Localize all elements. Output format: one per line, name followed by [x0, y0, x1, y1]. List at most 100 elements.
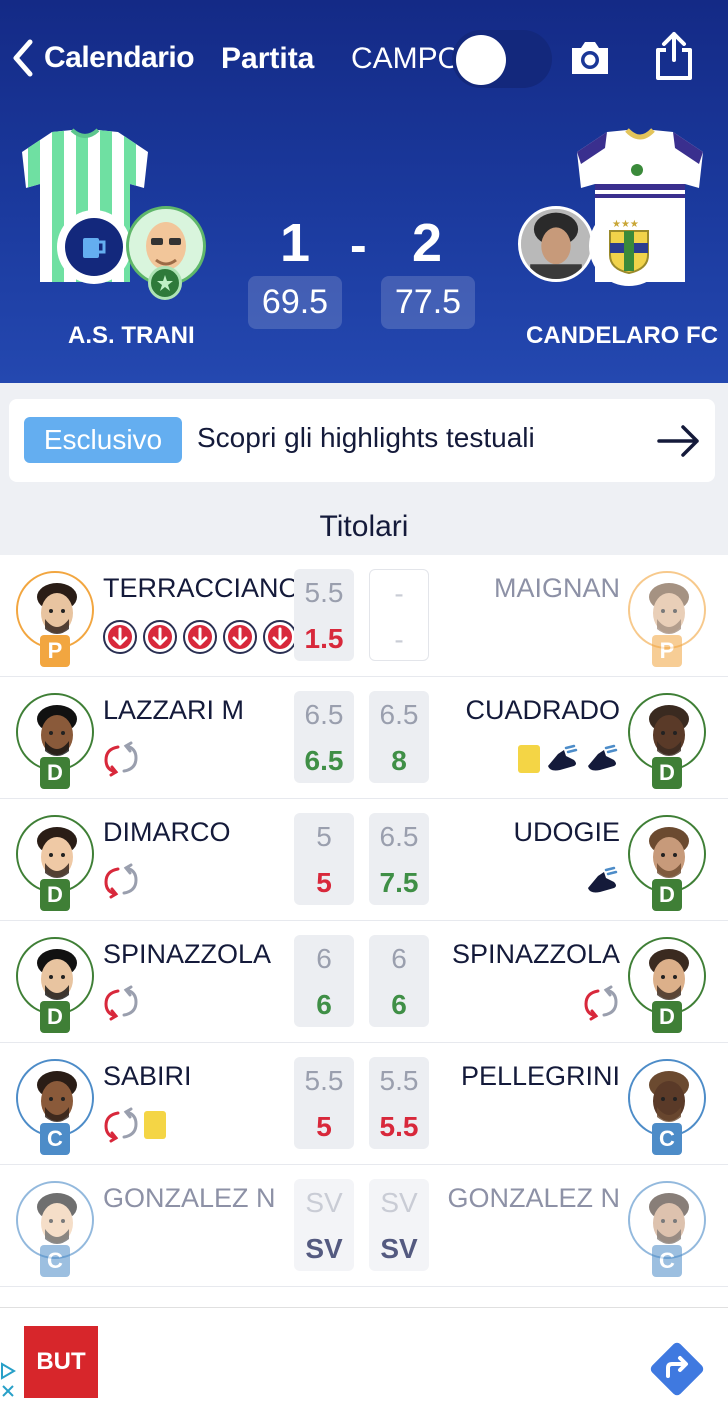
banner-text: Scopri gli highlights testuali	[197, 422, 535, 453]
field-toggle[interactable]	[452, 30, 552, 88]
fantavote-value: 5	[316, 867, 332, 898]
role-badge: D	[652, 1001, 682, 1033]
player-row[interactable]: C GONZALEZ N SV SV C GONZALEZ N SV SV	[0, 1165, 728, 1287]
player-name[interactable]: SABIRI	[103, 1061, 192, 1092]
vote-value: SV	[305, 1187, 343, 1218]
chevron-left-icon	[13, 39, 33, 77]
match-header: Calendario Partita CAMPO ★★★ 1 - 2 69.5 …	[0, 0, 728, 383]
role-badge: D	[40, 1001, 70, 1033]
event-icons	[102, 619, 298, 655]
fantavote-value: SV	[380, 1233, 418, 1264]
away-team-badge: ★★★	[589, 206, 669, 286]
back-label: Calendario	[44, 41, 195, 74]
ad-choices-icon[interactable]	[0, 1360, 20, 1400]
vote-box: SV SV	[369, 1179, 429, 1271]
vote-value: 5	[316, 821, 332, 852]
fantavote-value: 6	[316, 989, 332, 1020]
arrow-right-icon	[657, 425, 699, 457]
assist-boot-icon	[588, 744, 618, 771]
player-row[interactable]: D DIMARCO 5 5 D UDOGIE 6.5 7.5	[0, 799, 728, 921]
vote-box: 55	[294, 813, 354, 905]
fantavote-value: SV	[305, 1233, 343, 1264]
vote-box: 66	[369, 935, 429, 1027]
event-icons	[518, 741, 620, 777]
yellow-card-icon	[518, 745, 540, 773]
directions-icon[interactable]	[646, 1338, 708, 1400]
player-name[interactable]: SPINAZZOLA	[452, 939, 620, 970]
yellow-card-icon	[144, 1111, 166, 1139]
player-name[interactable]: UDOGIE	[513, 817, 620, 848]
player-name[interactable]: GONZALEZ N	[103, 1183, 276, 1214]
fantavote-value: 8	[391, 745, 407, 776]
player-name[interactable]: SPINAZZOLA	[103, 939, 271, 970]
home-team-name[interactable]: A.S. TRANI	[68, 322, 195, 350]
player-row[interactable]: D LAZZARI M 6.5 6.5 D CUADRADO 6.5 8	[0, 677, 728, 799]
player-name[interactable]: PELLEGRINI	[461, 1061, 620, 1092]
share-icon[interactable]	[652, 30, 696, 82]
camera-icon[interactable]	[568, 38, 612, 78]
player-name[interactable]: GONZALEZ N	[447, 1183, 620, 1214]
vote-box: 6.5 8	[369, 691, 429, 783]
back-button[interactable]: Calendario	[8, 38, 195, 78]
highlights-banner-wrap: Esclusivo Scopri gli highlights testuali	[0, 383, 728, 499]
vote-box: 5.5 5.5	[369, 1057, 429, 1149]
vote-box: SV SV	[294, 1179, 354, 1271]
home-goals: 1	[280, 213, 311, 273]
substitution-icon	[584, 985, 618, 1021]
vote-value: -	[394, 578, 404, 609]
assist-boot-icon	[588, 866, 618, 893]
goal-conceded-icon	[263, 620, 297, 654]
beer-mug-icon	[83, 238, 106, 258]
vote-value: 6.5	[379, 821, 419, 852]
away-team-name[interactable]: CANDELARO FC	[526, 322, 718, 350]
ad-logo[interactable]: BUT	[24, 1326, 98, 1398]
away-manager-avatar	[518, 206, 594, 282]
vote-value: 5.5	[304, 577, 344, 608]
home-points: 69.5	[248, 276, 342, 329]
home-team-badge	[57, 210, 131, 284]
substitution-icon	[104, 863, 138, 899]
top-nav: Calendario Partita CAMPO	[0, 24, 728, 94]
substitution-icon	[104, 1107, 138, 1143]
star-badge-icon	[148, 266, 182, 300]
player-row[interactable]: D SPINAZZOLA 6 6 D SPINAZZOLA 6 6	[0, 921, 728, 1043]
event-icons	[584, 863, 620, 899]
ad-banner[interactable]: BUT	[0, 1307, 728, 1405]
away-goals: 2	[412, 213, 443, 273]
highlights-banner[interactable]: Esclusivo Scopri gli highlights testuali	[9, 399, 715, 482]
event-icons	[102, 985, 140, 1021]
vote-box: --	[369, 569, 429, 661]
event-icons	[102, 741, 140, 777]
player-row[interactable]: C SABIRI 5.5 5 C PELLEGRINI 5.5 5.5	[0, 1043, 728, 1165]
role-badge: P	[40, 635, 70, 667]
player-name[interactable]: LAZZARI M	[103, 695, 244, 726]
svg-text:★★★: ★★★	[612, 219, 639, 230]
role-badge: C	[652, 1123, 682, 1155]
role-badge: P	[652, 635, 682, 667]
event-icons	[102, 863, 140, 899]
player-row[interactable]: P TERRACCIANO 5.5 1.5 P MAIGNAN - -	[0, 555, 728, 677]
fantavote-value: 5.5	[379, 1111, 419, 1142]
event-icons	[582, 985, 620, 1021]
player-name[interactable]: DIMARCO	[103, 817, 231, 848]
vote-value: 6.5	[304, 699, 344, 730]
vote-value: 5.5	[304, 1065, 344, 1096]
vote-box: 6.5 6.5	[294, 691, 354, 783]
toggle-knob	[456, 35, 506, 85]
goal-conceded-icon	[183, 620, 217, 654]
fantavote-value: 6	[391, 989, 407, 1020]
player-name[interactable]: TERRACCIANO	[103, 573, 300, 604]
substitution-icon	[104, 741, 138, 777]
vote-value: 6	[316, 943, 332, 974]
role-badge: D	[40, 757, 70, 789]
fantavote-value: 6.5	[304, 745, 344, 776]
vote-value: 5.5	[379, 1065, 419, 1096]
vote-box: 66	[294, 935, 354, 1027]
vote-value: 6	[391, 943, 407, 974]
vote-value: SV	[380, 1187, 418, 1218]
score-separator: -	[350, 217, 367, 273]
player-name[interactable]: MAIGNAN	[494, 573, 620, 604]
role-badge: D	[40, 879, 70, 911]
vote-value: 6.5	[379, 699, 419, 730]
player-name[interactable]: CUADRADO	[465, 695, 620, 726]
